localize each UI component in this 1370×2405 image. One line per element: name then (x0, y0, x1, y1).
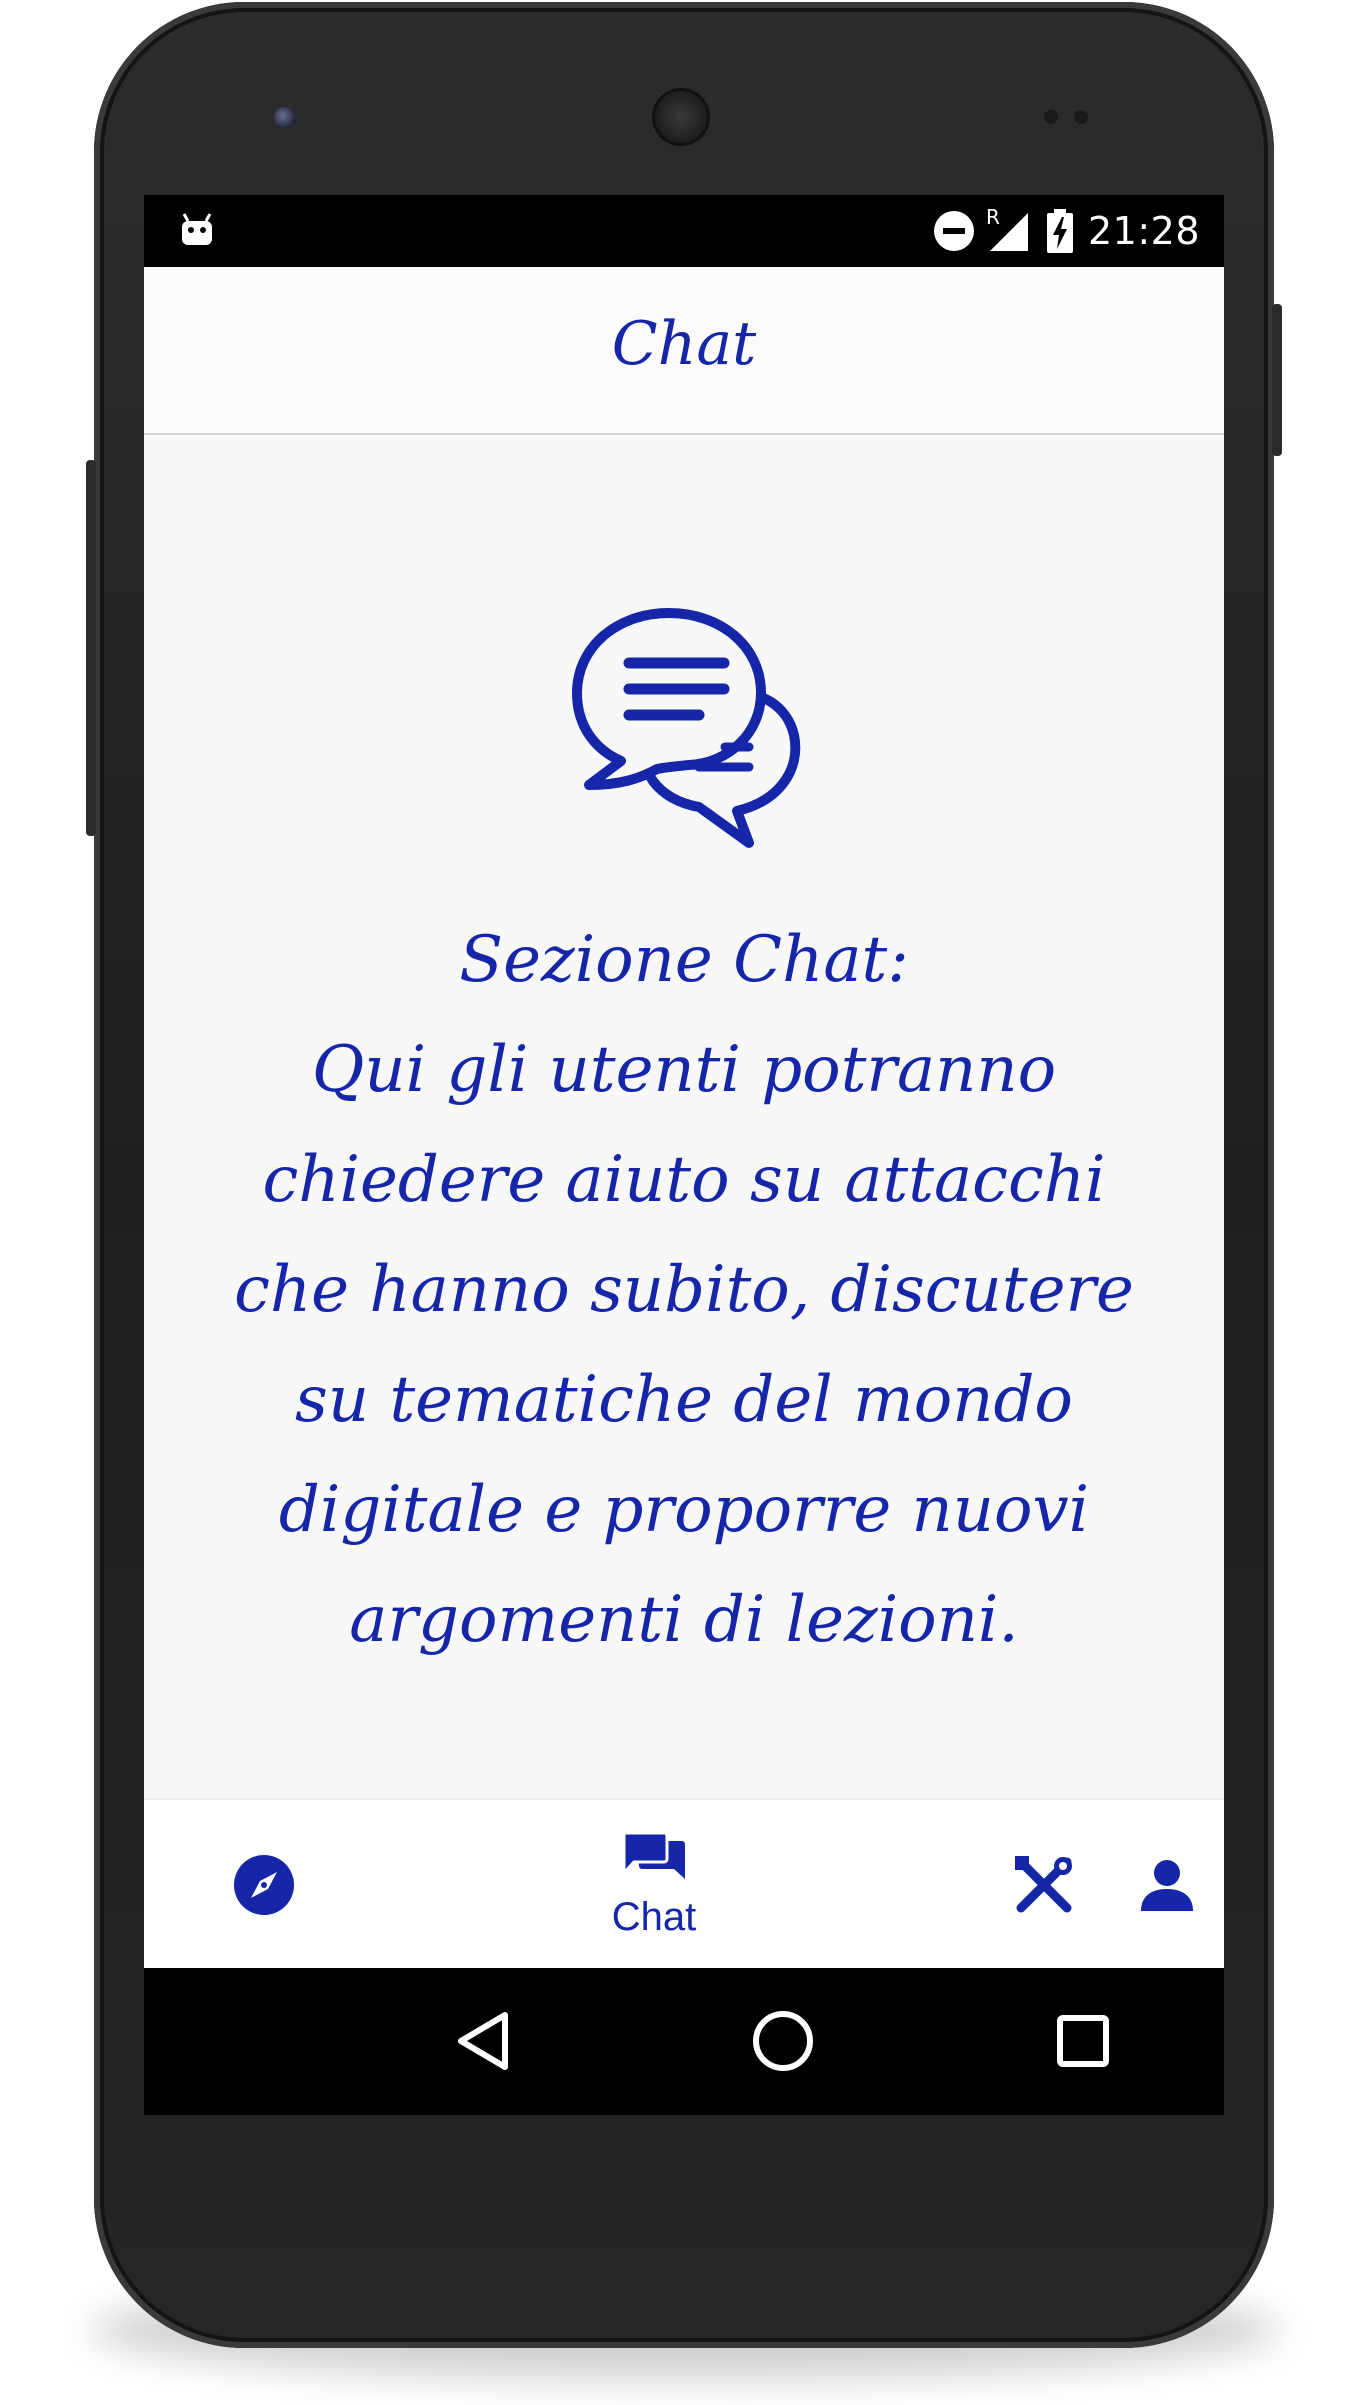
do-not-disturb-icon (933, 211, 974, 251)
person-icon (1141, 1860, 1193, 1911)
nav-item-tools[interactable] (964, 1800, 1124, 1970)
earpiece-speaker (652, 88, 710, 146)
recents-button[interactable] (1038, 1996, 1128, 2086)
status-icons: R 21:28 (933, 205, 1200, 255)
nav-label-chat: Chat (611, 1894, 697, 1939)
recents-icon (1057, 2015, 1109, 2067)
home-button[interactable] (738, 1996, 828, 2086)
proximity-sensor (1044, 110, 1058, 124)
chat-section-description: Sezione Chat: Qui gli utenti potranno ch… (234, 923, 1134, 1657)
chat-bubbles-icon (572, 608, 801, 848)
chat-section-content: Sezione Chat: Qui gli utenti potranno ch… (144, 435, 1224, 1798)
bottom-navigation: Chat (144, 1798, 1224, 1970)
light-sensor (1074, 110, 1088, 124)
forum-icon (622, 1831, 685, 1879)
battery-charging-icon (1046, 209, 1074, 253)
tools-icon (1015, 1856, 1072, 1913)
device-screen: R 21:28 Chat Sezione Chat: Qui gli utent… (144, 195, 1224, 2115)
nav-item-chat[interactable]: Chat (574, 1800, 734, 1970)
compass-icon (234, 1855, 294, 1915)
home-icon (753, 2011, 813, 2071)
nav-item-explore[interactable] (184, 1800, 344, 1970)
status-clock: 21:28 (1087, 209, 1200, 253)
page-title: Chat (611, 309, 757, 379)
app-bar: Chat (144, 267, 1224, 436)
android-debug-icon (182, 213, 212, 245)
system-navigation-bar (144, 1968, 1224, 2115)
status-bar: R 21:28 (144, 195, 1224, 267)
back-button[interactable] (438, 1996, 528, 2086)
back-icon (458, 2012, 508, 2070)
signal-icon: R (986, 205, 1032, 253)
power-button (1272, 304, 1282, 456)
device-stage: R 21:28 Chat Sezione Chat: Qui gli utent… (0, 0, 1370, 2405)
front-camera (274, 107, 296, 129)
volume-button (86, 460, 96, 836)
nav-item-profile[interactable] (1102, 1800, 1224, 1970)
